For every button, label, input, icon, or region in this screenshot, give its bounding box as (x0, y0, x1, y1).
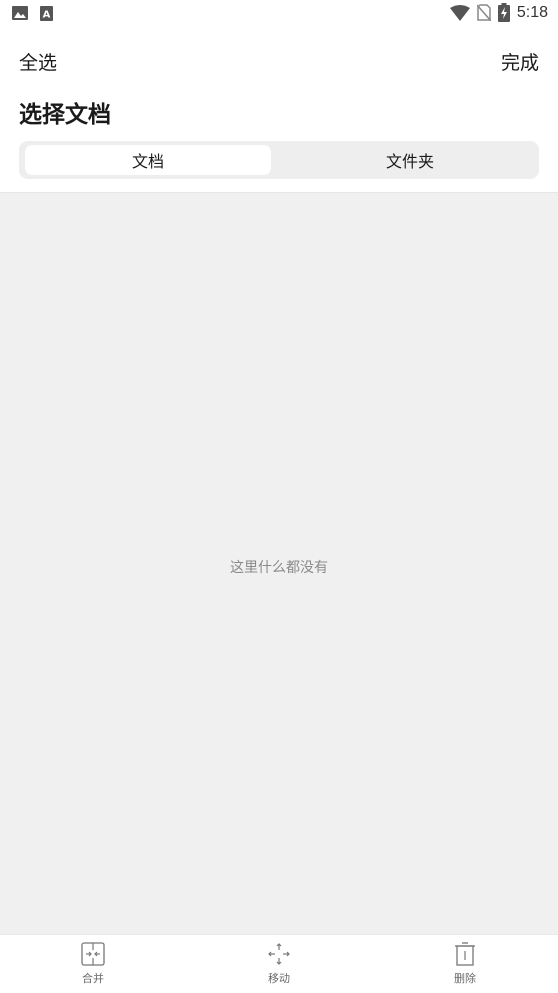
status-left-icons: A (12, 6, 53, 21)
move-label: 移动 (268, 972, 290, 985)
document-list-area: 这里什么都没有 (0, 192, 558, 935)
wifi-icon (449, 4, 470, 21)
merge-label: 合并 (82, 972, 104, 985)
status-bar: A 5:18 (0, 0, 558, 28)
tab-documents[interactable]: 文档 (25, 145, 271, 175)
tab-folders[interactable]: 文件夹 (287, 145, 533, 175)
no-sim-icon (476, 4, 491, 21)
merge-button[interactable]: 合并 (53, 941, 133, 986)
select-all-button[interactable]: 全选 (19, 48, 57, 75)
svg-text:A: A (43, 10, 51, 21)
trash-icon (455, 942, 475, 966)
delete-label: 删除 (454, 972, 476, 985)
empty-state-text: 这里什么都没有 (230, 560, 328, 576)
merge-icon (81, 942, 105, 966)
action-row: 全选 完成 (0, 44, 558, 76)
move-button[interactable]: 移动 (239, 941, 319, 986)
move-icon (268, 943, 290, 965)
image-icon (12, 6, 28, 20)
done-button[interactable]: 完成 (501, 48, 539, 75)
page-title: 选择文档 (19, 102, 111, 128)
status-time: 5:18 (516, 3, 548, 21)
delete-button[interactable]: 删除 (425, 941, 505, 986)
tab-control: 文档 文件夹 (19, 141, 539, 179)
status-right-icons: 5:18 (449, 3, 548, 22)
battery-charging-icon (497, 3, 510, 22)
bottom-toolbar: 合并 移动 删除 (0, 934, 558, 993)
a-letter-icon: A (40, 6, 53, 21)
